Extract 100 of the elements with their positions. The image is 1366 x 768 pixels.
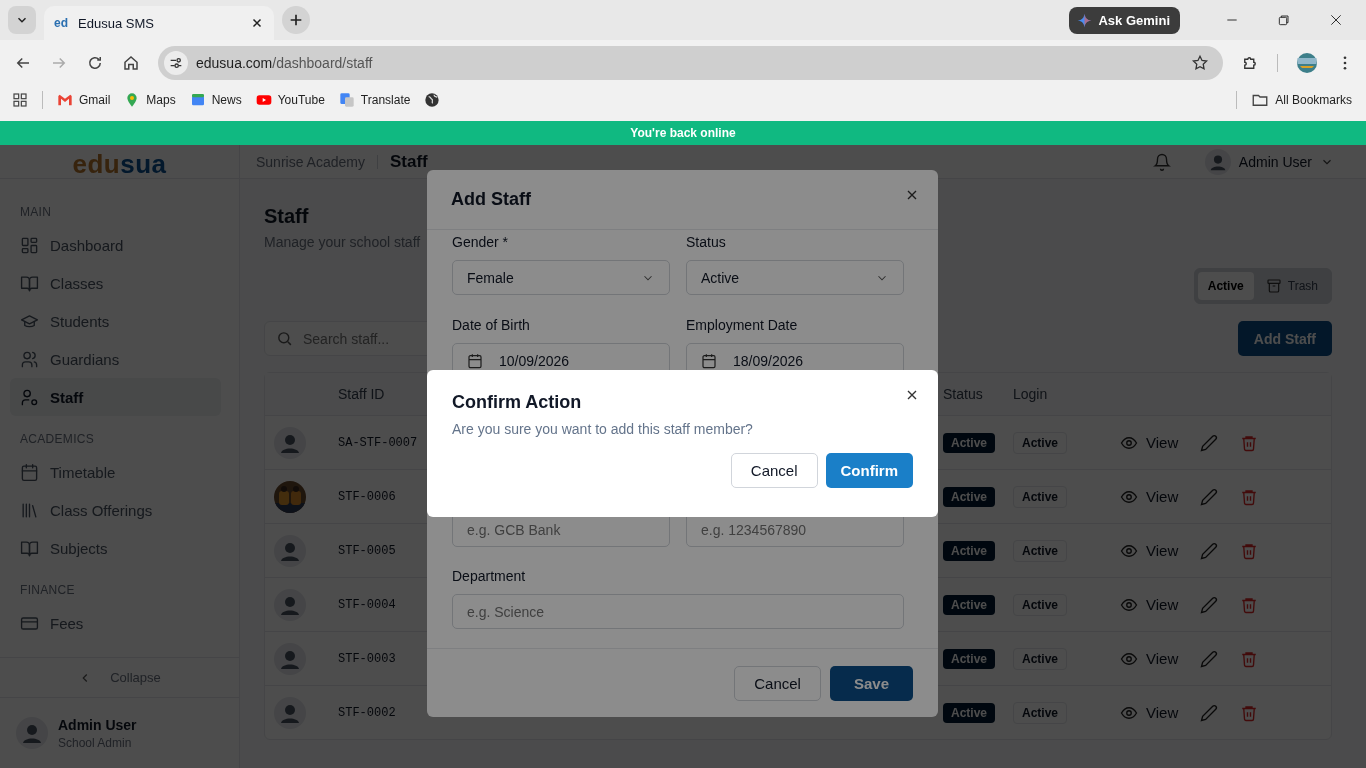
home-icon[interactable]	[122, 53, 140, 72]
edit-icon[interactable]	[1200, 433, 1219, 452]
status-badge: Active	[943, 702, 996, 723]
field-label: Department	[452, 568, 526, 584]
bookmark-link[interactable]: News	[189, 92, 242, 108]
login-badge: Active	[1013, 539, 1068, 562]
column-header: Staff ID	[338, 386, 385, 402]
users-icon	[20, 349, 39, 369]
staff-id-cell: STF-0004	[338, 597, 396, 612]
user-menu[interactable]: Admin User	[1198, 147, 1340, 176]
library-icon	[20, 500, 39, 520]
profile-avatar[interactable]	[1296, 51, 1318, 74]
dashboard-icon	[20, 235, 39, 255]
search-icon	[276, 330, 293, 347]
book-icon	[20, 538, 39, 558]
select-field[interactable]: Active	[686, 260, 904, 295]
bell-icon[interactable]	[1152, 152, 1171, 171]
url-text: edusua.com/dashboard/staff	[196, 54, 373, 71]
view-link[interactable]: View	[1120, 595, 1179, 614]
all-bookmarks-link[interactable]: All Bookmarks	[1251, 91, 1352, 109]
bookmark-link[interactable]: Maps	[124, 92, 176, 108]
staff-id-cell: SA-STF-0007	[338, 435, 418, 450]
site-settings-button[interactable]	[164, 50, 188, 75]
status-badge: Active	[943, 594, 996, 615]
add-staff-button[interactable]: Add Staff	[1237, 321, 1332, 356]
status-badge: Active	[943, 486, 996, 507]
user-avatar	[274, 588, 306, 621]
cancel-button[interactable]: Cancel	[734, 665, 821, 701]
user-avatar	[274, 534, 306, 567]
dialog-title: Add Staff	[451, 189, 531, 210]
input-field[interactable]: e.g. Science	[452, 594, 904, 629]
book-icon	[20, 273, 39, 293]
new-tab-button[interactable]	[282, 6, 310, 34]
edit-icon[interactable]	[1200, 649, 1219, 668]
login-badge: Active	[1013, 485, 1068, 508]
edit-icon[interactable]	[1200, 595, 1219, 614]
view-link[interactable]: View	[1120, 703, 1179, 722]
ask-gemini-button[interactable]: Ask Gemini	[1069, 6, 1180, 34]
online-banner: You're back online	[0, 121, 1366, 145]
apps-icon[interactable]	[12, 92, 28, 108]
close-icon[interactable]	[250, 16, 264, 30]
user-gear-icon	[20, 387, 39, 407]
login-badge: Active	[1013, 701, 1068, 724]
news-icon	[189, 92, 206, 108]
column-header: Status	[943, 386, 983, 402]
cancel-button[interactable]: Cancel	[730, 453, 818, 488]
user-avatar	[274, 426, 306, 459]
staff-id-cell: STF-0006	[338, 489, 396, 504]
sidebar-item[interactable]: Staff	[10, 378, 221, 416]
staff-id-cell: STF-0002	[338, 705, 396, 720]
edit-icon[interactable]	[1200, 487, 1219, 506]
close-icon[interactable]	[1328, 12, 1344, 28]
login-badge: Active	[1013, 431, 1068, 454]
page-title: Staff	[264, 205, 309, 228]
field-label: Gender *	[452, 234, 509, 250]
dialog-message: Are you sure you want to add this staff member?	[452, 421, 753, 437]
star-icon[interactable]	[1191, 53, 1209, 72]
edit-icon[interactable]	[1200, 541, 1219, 560]
user-avatar	[1204, 148, 1231, 175]
tab-list-button[interactable]	[8, 6, 36, 34]
address-bar[interactable]: edusua.com/dashboard/staff	[158, 45, 1223, 80]
status-badge: Active	[943, 540, 996, 561]
view-link[interactable]: View	[1120, 487, 1179, 506]
confirm-button[interactable]: Confirm	[825, 453, 913, 488]
calendar-icon	[467, 352, 483, 369]
column-header: Login	[1013, 386, 1048, 402]
login-badge: Active	[1013, 593, 1068, 616]
view-tab[interactable]: Active	[1197, 272, 1254, 300]
field-label: Employment Date	[686, 317, 798, 333]
dialog-title: Confirm Action	[452, 392, 582, 413]
user-avatar	[274, 642, 306, 675]
select-field[interactable]: Female	[452, 260, 670, 295]
bookmark-link[interactable]: Gmail	[57, 92, 111, 108]
user-avatar	[16, 717, 48, 749]
staff-id-cell: STF-0003	[338, 651, 396, 666]
edit-icon[interactable]	[1200, 703, 1219, 722]
bookmark-link[interactable]: YouTube	[255, 92, 325, 108]
favicon: ed	[54, 16, 68, 30]
user-avatar	[274, 696, 306, 729]
field-label: Date of Birth	[452, 317, 530, 333]
view-link[interactable]: View	[1120, 541, 1179, 560]
view-link[interactable]: View	[1120, 649, 1179, 668]
youtube-icon	[255, 92, 272, 108]
status-badge: Active	[943, 648, 996, 669]
page-heading: Staff	[389, 151, 428, 172]
sparkle-icon	[1077, 12, 1093, 28]
globe-icon[interactable]	[424, 92, 441, 108]
logo: edusua	[72, 150, 167, 178]
view-link[interactable]: View	[1120, 433, 1179, 452]
bookmark-link[interactable]: Translate	[338, 92, 411, 108]
status-badge: Active	[943, 432, 996, 453]
tab-title: Edusua SMS	[78, 15, 155, 31]
calendar-icon	[701, 352, 717, 369]
calendar-icon	[20, 462, 39, 482]
browser-tab[interactable]: ed Edusua SMS	[44, 6, 274, 40]
staff-id-cell: STF-0005	[338, 543, 396, 558]
translate-icon	[338, 92, 355, 108]
user-name: Admin User	[58, 716, 137, 733]
save-button[interactable]: Save	[829, 665, 913, 701]
restore-icon[interactable]	[1276, 12, 1292, 28]
